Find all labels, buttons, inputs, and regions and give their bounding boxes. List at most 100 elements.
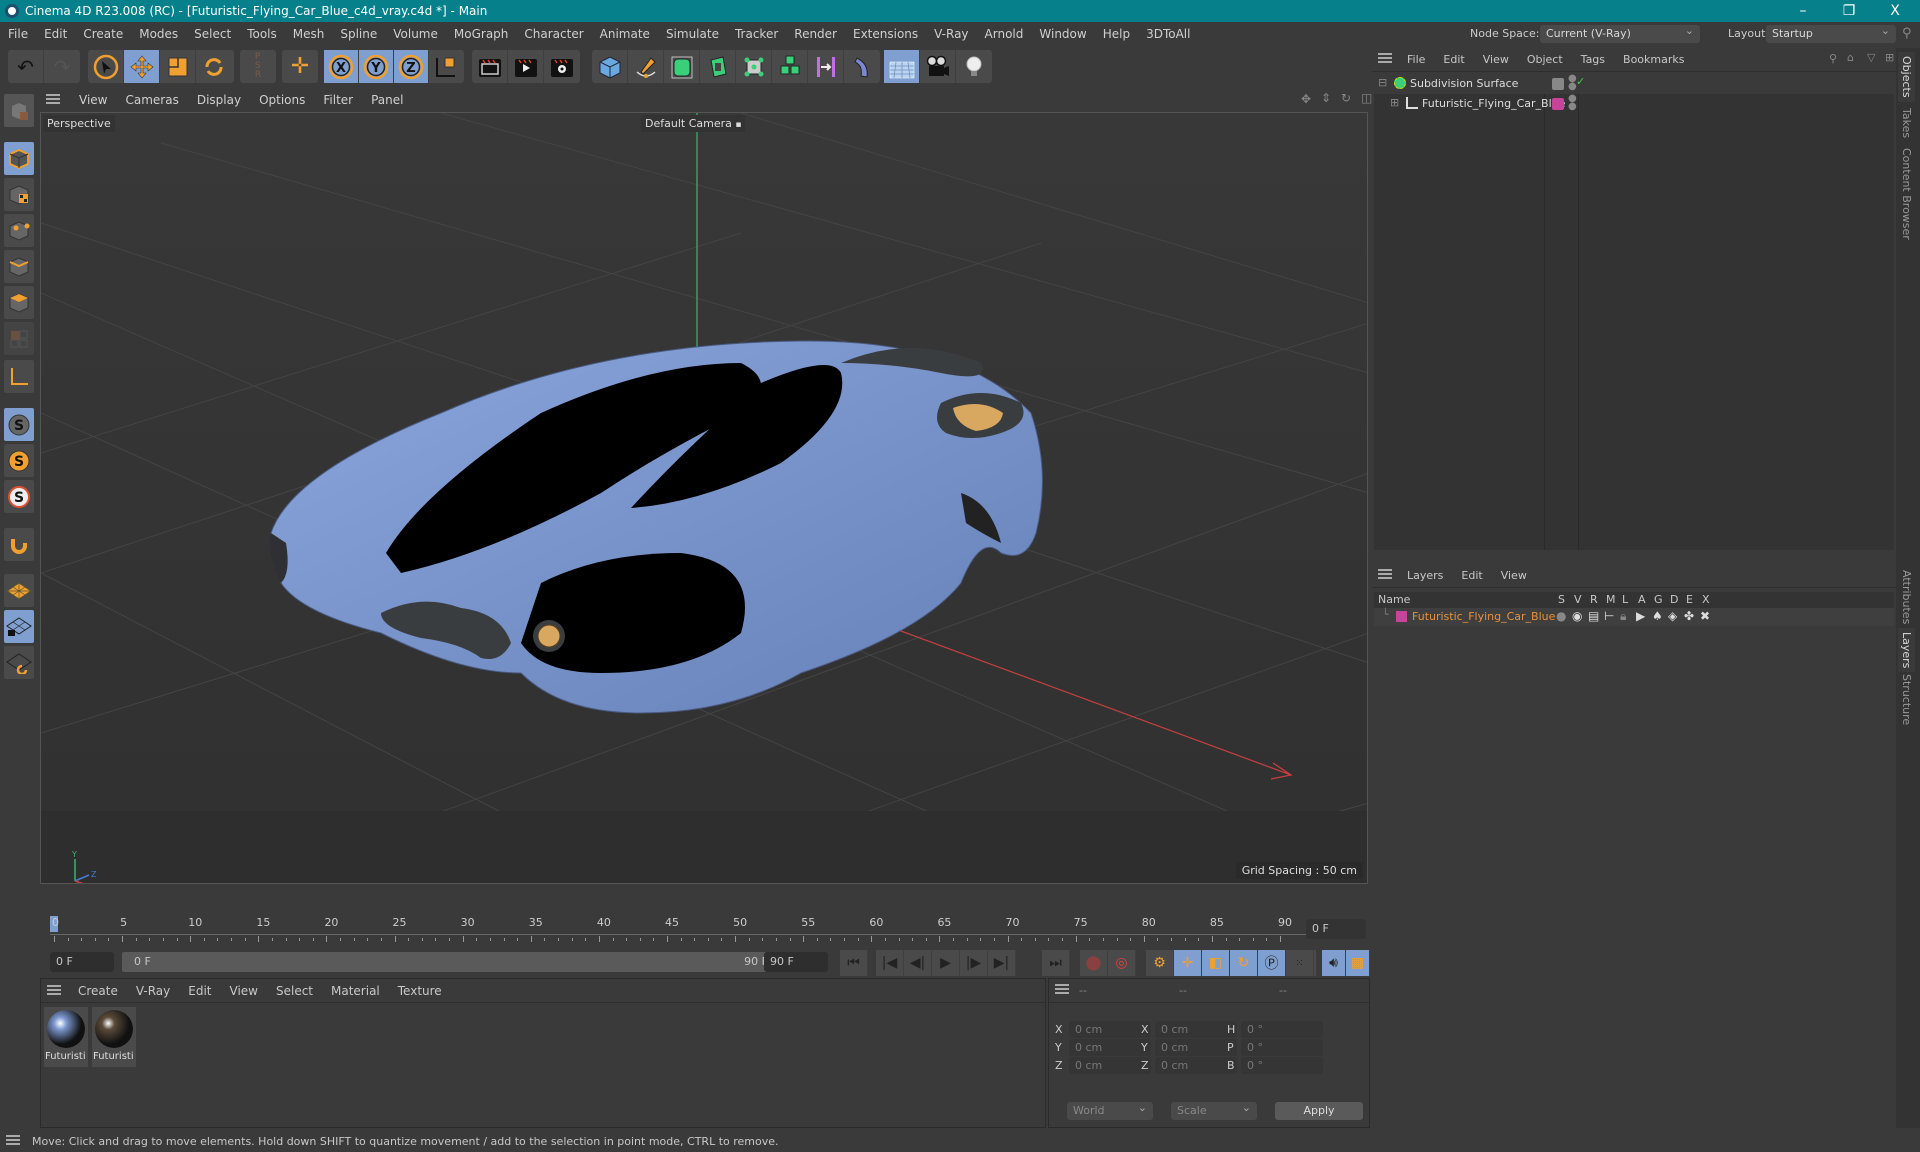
- workplane-button[interactable]: [4, 574, 34, 607]
- camera-label[interactable]: Default Camera ▪: [641, 115, 746, 132]
- menu-create[interactable]: Create: [75, 27, 131, 41]
- menu-animate[interactable]: Animate: [592, 27, 658, 41]
- coord-value-field[interactable]: 0 cm: [1155, 1021, 1237, 1038]
- visibility-dots[interactable]: ● ●: [1568, 94, 1577, 112]
- menu-volume[interactable]: Volume: [385, 27, 446, 41]
- render-picture-viewer-button[interactable]: [508, 50, 544, 83]
- prev-frame-button[interactable]: ◀|: [904, 950, 932, 976]
- extrude-button[interactable]: [700, 50, 736, 83]
- keyframe-selection-button[interactable]: ⚙: [1146, 950, 1174, 976]
- point-mode-button[interactable]: [4, 214, 34, 247]
- key-pla-button[interactable]: ⁙: [1286, 950, 1314, 976]
- make-editable-button[interactable]: [4, 94, 34, 127]
- menu-select[interactable]: Select: [186, 27, 239, 41]
- transform-button[interactable]: ✛: [282, 50, 318, 83]
- prev-key-button[interactable]: |◀: [876, 950, 904, 976]
- apply-button[interactable]: Apply: [1275, 1102, 1363, 1120]
- menu-modes[interactable]: Modes: [131, 27, 186, 41]
- coord-value-field[interactable]: 0 cm: [1069, 1021, 1151, 1038]
- material-menu-vray[interactable]: V-Ray: [127, 984, 179, 998]
- texture-mode-button[interactable]: [4, 178, 34, 211]
- status-menu-icon[interactable]: [6, 1134, 20, 1145]
- layer-column-l[interactable]: L: [1622, 593, 1628, 606]
- viewport-menu-panel[interactable]: Panel: [362, 93, 412, 107]
- menu-3dtoall[interactable]: 3DToAll: [1138, 27, 1198, 41]
- close-button[interactable]: X: [1872, 0, 1918, 22]
- object-menu-edit[interactable]: Edit: [1434, 53, 1473, 66]
- coordinate-mode-dropdown[interactable]: World: [1067, 1099, 1153, 1120]
- undo-button[interactable]: ↶: [8, 50, 44, 83]
- material-item[interactable]: Futuristi: [44, 1007, 88, 1067]
- coordinate-system-button[interactable]: [429, 50, 464, 83]
- next-frame-button[interactable]: |▶: [960, 950, 988, 976]
- viewport-menu-icon[interactable]: [46, 94, 60, 104]
- object-menu-object[interactable]: Object: [1518, 53, 1572, 66]
- layer-render-icon[interactable]: ▤: [1588, 609, 1599, 623]
- object-row[interactable]: ⊞ Futuristic_Flying_Car_Blue ● ●: [1374, 94, 1894, 114]
- layer-column-x[interactable]: X: [1702, 593, 1710, 606]
- subdivision-surface-button[interactable]: [664, 50, 700, 83]
- layer-column-d[interactable]: D: [1670, 593, 1678, 606]
- coord-value-field[interactable]: 0 cm: [1155, 1039, 1237, 1056]
- layer-deformers-icon[interactable]: ◈: [1668, 609, 1677, 623]
- y-axis-button[interactable]: Y: [359, 50, 394, 83]
- viewport-menu-view[interactable]: View: [70, 93, 116, 107]
- enabled-check-icon[interactable]: ✓: [1576, 75, 1585, 88]
- layer-row[interactable]: └ Futuristic_Flying_Car_Blue ● ◉ ▤ ⊢ 🔒︎ …: [1374, 608, 1894, 626]
- layer-menu-icon[interactable]: [1378, 569, 1392, 579]
- layer-menu-edit[interactable]: Edit: [1452, 569, 1491, 582]
- key-param-button[interactable]: Ⓟ: [1258, 950, 1286, 976]
- menu-mesh[interactable]: Mesh: [285, 27, 333, 41]
- layer-solo-icon[interactable]: ●: [1556, 609, 1566, 623]
- expand-toggle[interactable]: ⊞: [1390, 96, 1399, 109]
- coord-value-field[interactable]: 0 cm: [1069, 1039, 1151, 1056]
- coordinates-menu-icon[interactable]: [1055, 984, 1069, 994]
- move-tool-button[interactable]: [124, 50, 160, 83]
- coord-value-field[interactable]: 0 °: [1241, 1039, 1323, 1056]
- floor-button[interactable]: [884, 50, 920, 83]
- material-menu-texture[interactable]: Texture: [389, 984, 451, 998]
- material-menu-select[interactable]: Select: [267, 984, 322, 998]
- psr-button[interactable]: PSR: [240, 50, 276, 83]
- mograph-cloner-button[interactable]: [772, 50, 808, 83]
- coord-value-field[interactable]: 0 cm: [1069, 1057, 1151, 1074]
- key-scale-button[interactable]: ◧: [1202, 950, 1230, 976]
- menu-window[interactable]: Window: [1031, 27, 1094, 41]
- menu-file[interactable]: File: [0, 27, 36, 41]
- x-axis-button[interactable]: X: [324, 50, 359, 83]
- snap-settings-button[interactable]: S: [4, 444, 34, 477]
- menu-spline[interactable]: Spline: [332, 27, 385, 41]
- tab-content-browser[interactable]: Content Browser: [1898, 144, 1915, 244]
- object-menu-view[interactable]: View: [1474, 53, 1518, 66]
- uv-mode-button[interactable]: [4, 322, 34, 355]
- layout-dropdown[interactable]: Startup: [1766, 22, 1896, 43]
- collapse-toggle[interactable]: ⊟: [1378, 76, 1387, 89]
- record-key-button[interactable]: ⬤: [1080, 950, 1108, 976]
- enable-toggle[interactable]: [1552, 78, 1564, 90]
- polygon-mode-button[interactable]: [4, 286, 34, 319]
- object-row[interactable]: ⊟ Subdivision Surface ● ● ✓: [1374, 74, 1894, 94]
- scale-tool-button[interactable]: [160, 50, 196, 83]
- layer-column-r[interactable]: R: [1590, 593, 1598, 606]
- material-menu-material[interactable]: Material: [322, 984, 389, 998]
- magnet-button[interactable]: [4, 528, 34, 561]
- render-view-button[interactable]: [472, 50, 508, 83]
- transform-mode-dropdown[interactable]: Scale: [1171, 1099, 1257, 1120]
- current-frame-field[interactable]: 0 F: [1306, 919, 1366, 939]
- light-button[interactable]: [956, 50, 992, 83]
- camera-button[interactable]: [920, 50, 956, 83]
- layer-color-swatch[interactable]: [1552, 98, 1564, 110]
- coord-value-field[interactable]: 0 °: [1241, 1021, 1323, 1038]
- tab-attributes[interactable]: Attributes: [1898, 566, 1915, 628]
- render-settings-button[interactable]: [544, 50, 580, 83]
- object-menu-tags[interactable]: Tags: [1572, 53, 1614, 66]
- menu-arnold[interactable]: Arnold: [977, 27, 1032, 41]
- menu-tools[interactable]: Tools: [239, 27, 285, 41]
- coord-value-field[interactable]: 0 cm: [1155, 1057, 1237, 1074]
- tab-takes[interactable]: Takes: [1898, 104, 1915, 142]
- layer-generators-icon[interactable]: ♠: [1652, 609, 1663, 623]
- bend-button[interactable]: [844, 50, 880, 83]
- locked-workplane-button[interactable]: [4, 610, 34, 643]
- layer-manager-icon[interactable]: ⊢: [1604, 609, 1614, 623]
- array-button[interactable]: [808, 50, 844, 83]
